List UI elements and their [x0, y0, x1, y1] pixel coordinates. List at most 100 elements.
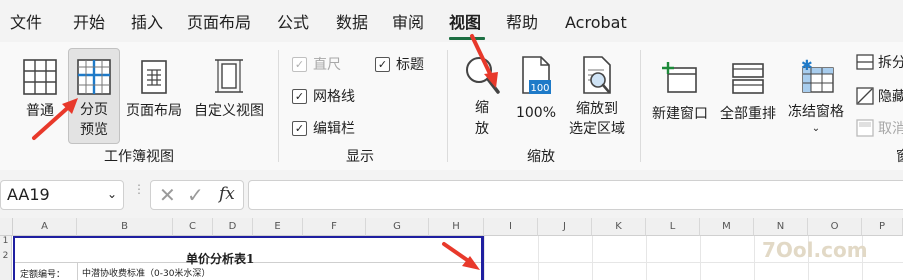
- menu-help[interactable]: 帮助: [506, 13, 538, 33]
- zoom-100-label: 100%: [515, 105, 557, 121]
- zoom-selection-icon: [580, 50, 614, 96]
- zoom-group-label: 缩放: [527, 149, 555, 165]
- zoom-selection-label: 缩放到 选定区域: [569, 101, 625, 137]
- column-header-o[interactable]: O: [808, 218, 862, 236]
- row-header-1[interactable]: 1: [0, 236, 12, 246]
- page-layout-label: 页面布局: [126, 103, 182, 119]
- group-divider: [278, 50, 279, 162]
- menu-view[interactable]: 视图: [449, 13, 481, 33]
- formula-bar-checkbox[interactable]: ✓ 编辑栏: [292, 118, 355, 138]
- menu-formulas[interactable]: 公式: [277, 13, 309, 33]
- zoom-to-selection-button[interactable]: 缩放到 选定区域: [564, 50, 630, 139]
- hide-label: 隐藏: [878, 89, 903, 105]
- new-window-button[interactable]: 新建窗口: [648, 50, 712, 125]
- column-header-k[interactable]: K: [592, 218, 646, 236]
- unhide-label: 取消: [878, 121, 903, 137]
- column-header-g[interactable]: G: [366, 218, 429, 236]
- window-group-label: 窗: [896, 146, 903, 166]
- cancel-icon[interactable]: ✕: [159, 183, 176, 207]
- zoom-100-button[interactable]: 100 100%: [512, 50, 560, 124]
- normal-view-label: 普通: [26, 103, 54, 119]
- page-break-preview-label: 分页 预览: [80, 102, 108, 138]
- chevron-down-icon[interactable]: ⌄: [107, 180, 117, 208]
- sheet-title[interactable]: 单价分析表1: [186, 250, 254, 267]
- arrange-all-button[interactable]: 全部重排: [716, 50, 780, 125]
- row-header-2[interactable]: 2: [0, 246, 12, 280]
- new-window-icon: [660, 50, 700, 96]
- column-header-j[interactable]: J: [538, 218, 592, 236]
- svg-text:✱: ✱: [801, 58, 813, 74]
- column-header-m[interactable]: M: [700, 218, 754, 236]
- formula-input[interactable]: [248, 180, 903, 210]
- ruler-check-icon: ✓: [292, 56, 307, 72]
- page-break-preview-content: 分页 预览: [72, 50, 116, 140]
- watermark: 7Ool.com: [762, 238, 868, 262]
- gridlines-label: 网格线: [313, 89, 355, 105]
- chevron-down-icon[interactable]: ⌄: [812, 123, 820, 135]
- zoom-label: 缩 放: [475, 100, 489, 137]
- quota-number-value[interactable]: 中潜协收费标准（0-30米水深）: [82, 266, 210, 279]
- select-all-corner[interactable]: [0, 218, 13, 236]
- cell-border: [77, 262, 78, 280]
- normal-view-icon: [22, 50, 58, 96]
- menu-acrobat[interactable]: Acrobat: [565, 13, 627, 33]
- page-layout-icon: [139, 50, 169, 96]
- headings-label: 标题: [396, 57, 424, 73]
- ruler-label: 直尺: [313, 57, 341, 73]
- column-header-l[interactable]: L: [646, 218, 700, 236]
- active-tab-indicator: [449, 37, 485, 40]
- custom-view-button[interactable]: 自定义视图: [190, 50, 268, 122]
- freeze-panes-button[interactable]: ✱ 冻结窗格 ⌄: [784, 50, 848, 135]
- page-layout-view-button[interactable]: 页面布局: [122, 50, 186, 122]
- column-header-n[interactable]: N: [754, 218, 808, 236]
- unhide-button[interactable]: 取消: [856, 118, 903, 138]
- zoom-button[interactable]: 缩 放: [460, 50, 504, 140]
- menu-review[interactable]: 审阅: [392, 13, 424, 33]
- group-divider: [447, 50, 448, 162]
- gridlines-checkbox[interactable]: ✓ 网格线: [292, 86, 355, 106]
- workbook-views-group-label: 工作簿视图: [104, 149, 174, 165]
- drag-handle-icon[interactable]: ⋮: [133, 183, 145, 204]
- name-box-value: AA19: [7, 185, 50, 204]
- page-break-preview-icon: [76, 50, 112, 96]
- gridline: [484, 262, 903, 263]
- normal-view-button[interactable]: 普通: [18, 50, 62, 122]
- split-button[interactable]: 拆分: [856, 52, 903, 72]
- column-header-c[interactable]: C: [173, 218, 213, 236]
- menu-home[interactable]: 开始: [73, 13, 105, 33]
- arrange-all-icon: [730, 50, 766, 96]
- headings-check-icon: ✓: [375, 56, 390, 72]
- column-header-e[interactable]: E: [253, 218, 303, 236]
- column-header-a[interactable]: A: [13, 218, 77, 236]
- column-header-i[interactable]: I: [484, 218, 538, 236]
- column-header-b[interactable]: B: [77, 218, 173, 236]
- insert-function-icon[interactable]: fx: [219, 184, 235, 204]
- zoom-100-icon: 100: [519, 50, 553, 96]
- unhide-icon: [856, 119, 874, 137]
- enter-icon[interactable]: ✓: [187, 183, 204, 207]
- split-icon: [856, 54, 874, 70]
- headings-checkbox[interactable]: ✓ 标题: [375, 54, 424, 74]
- menu-insert[interactable]: 插入: [131, 13, 163, 33]
- formula-tools: ✕ ✓ fx: [150, 180, 244, 210]
- arrange-all-label: 全部重排: [720, 106, 776, 122]
- group-divider: [640, 50, 641, 162]
- menu-data[interactable]: 数据: [336, 13, 368, 33]
- menu-page-layout[interactable]: 页面布局: [187, 13, 251, 33]
- column-header-d[interactable]: D: [213, 218, 253, 236]
- column-header-h[interactable]: H: [429, 218, 484, 236]
- hide-icon: [856, 87, 874, 105]
- hide-button[interactable]: 隐藏: [856, 86, 903, 106]
- column-header-f[interactable]: F: [303, 218, 366, 236]
- custom-view-icon: [212, 50, 246, 96]
- new-window-label: 新建窗口: [652, 106, 708, 122]
- custom-view-label: 自定义视图: [194, 103, 264, 119]
- gridlines-check-icon: ✓: [292, 88, 307, 104]
- column-header-p[interactable]: P: [862, 218, 903, 236]
- freeze-panes-icon: ✱: [795, 50, 837, 96]
- ruler-checkbox[interactable]: ✓ 直尺: [292, 54, 341, 74]
- magnifier-icon: [463, 50, 501, 96]
- menu-file[interactable]: 文件: [10, 13, 42, 33]
- quota-number-label[interactable]: 定额编号：: [20, 267, 65, 280]
- name-box[interactable]: AA19 ⌄: [0, 180, 124, 210]
